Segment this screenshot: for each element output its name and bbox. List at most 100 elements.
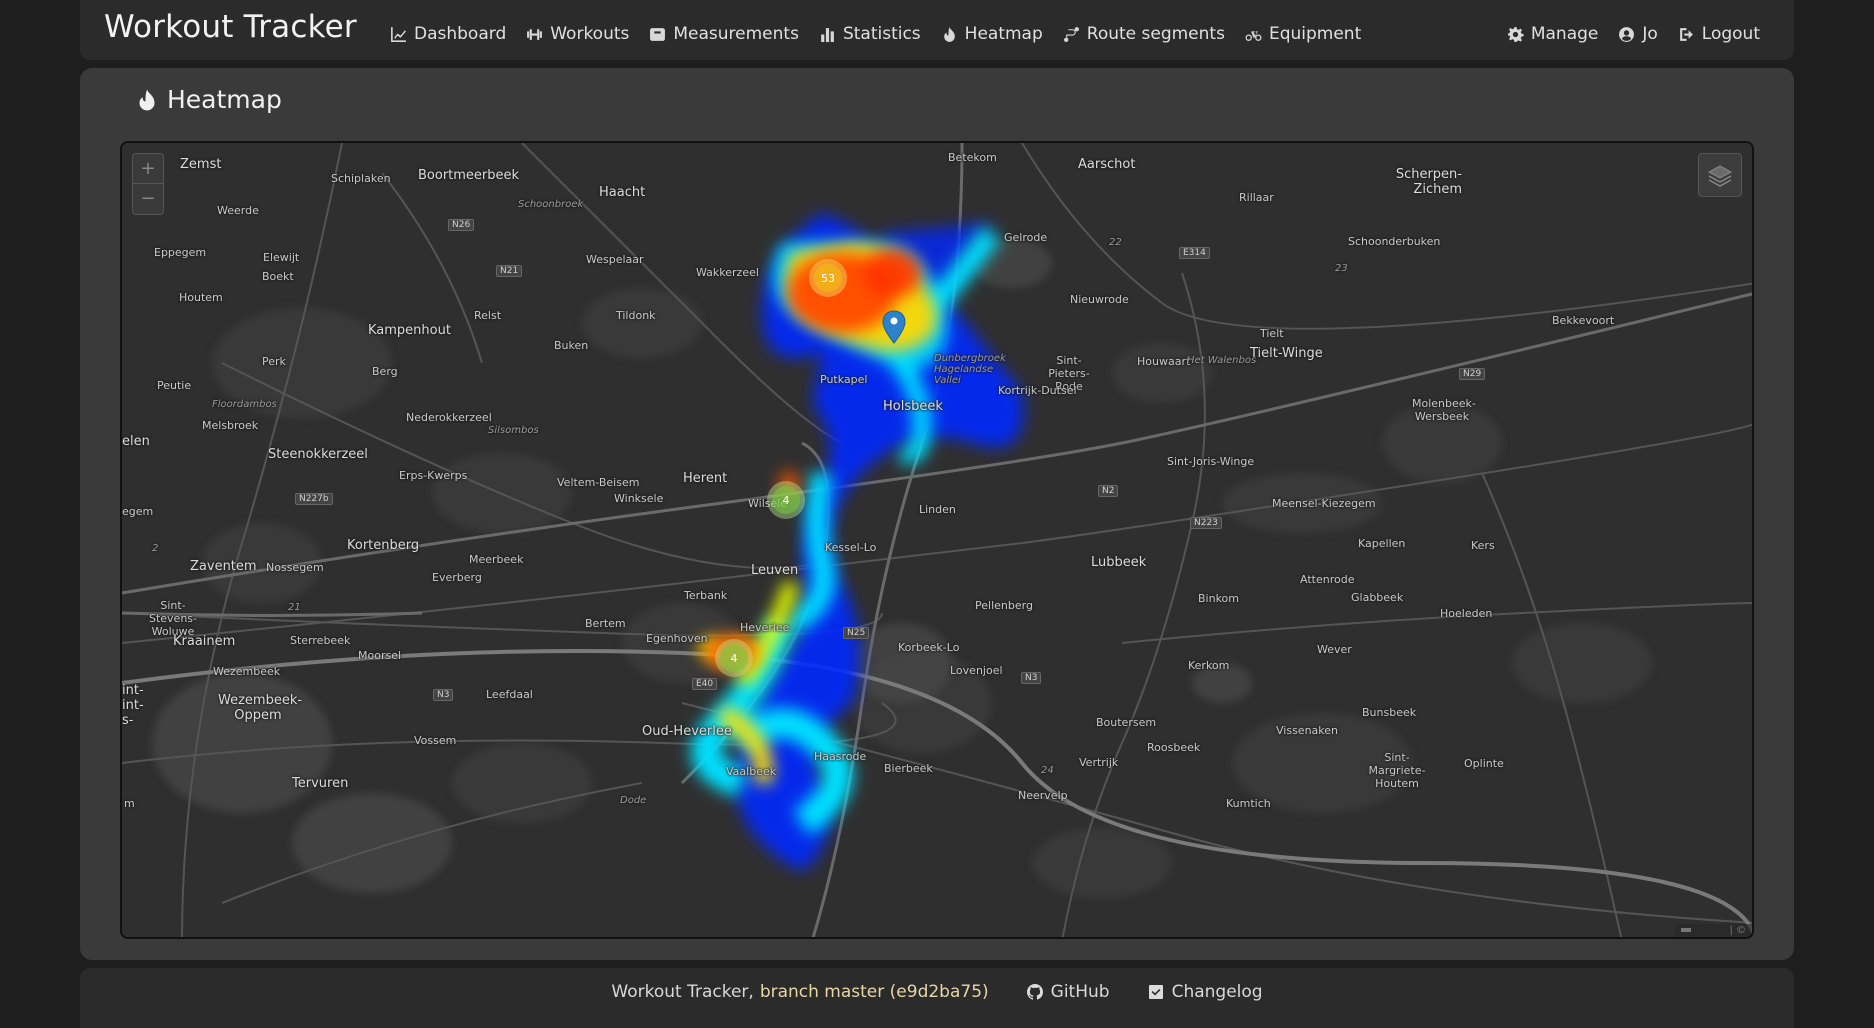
scale-bar	[1681, 928, 1692, 932]
road-number: 21	[288, 602, 301, 613]
cluster-count: 4	[772, 486, 800, 514]
nav-logout[interactable]: Logout	[1668, 0, 1770, 60]
nav-equipment-label: Equipment	[1268, 24, 1362, 44]
place-label: Bertem	[585, 617, 626, 630]
footer: Workout Tracker, branch master (e9d2ba75…	[80, 968, 1794, 1028]
place-label: Winksele	[614, 492, 664, 505]
place-label: Tildonk	[616, 309, 656, 322]
place-label: Meerbeek	[469, 553, 524, 566]
road-shield: N223	[1190, 517, 1222, 529]
nav-statistics-label: Statistics	[842, 24, 921, 44]
place-label: Perk	[262, 355, 286, 368]
place-label: Nieuwrode	[1070, 293, 1129, 306]
location-pin-icon[interactable]	[882, 310, 906, 344]
place-label: Gelrode	[1004, 231, 1048, 244]
place-label: Boutersem	[1096, 716, 1157, 729]
place-label: Erps-Kwerps	[399, 469, 468, 482]
place-label: Elewijt	[263, 251, 300, 264]
chart-line-icon	[391, 26, 406, 42]
road-number: 24	[1041, 765, 1054, 776]
layers-button[interactable]	[1698, 153, 1742, 197]
cluster-marker[interactable]: 4	[767, 481, 805, 519]
place-label: m	[124, 797, 135, 810]
place-label: Melsbroek	[202, 419, 259, 432]
cluster-count: 4	[720, 644, 748, 672]
place-label: Steenokkerzeel	[268, 447, 368, 462]
road-shield: N2	[1098, 485, 1119, 497]
place-label: Schoonbroek	[518, 199, 584, 210]
road-shield: N26	[448, 219, 475, 231]
place-label: Haacht	[599, 185, 646, 200]
place-label: Lovenjoel	[950, 664, 1003, 677]
place-label: Leuven	[751, 563, 799, 578]
footer-changelog-link[interactable]: Changelog	[1148, 982, 1263, 1002]
place-label: Kortenberg	[347, 538, 420, 553]
fire-icon	[139, 89, 155, 110]
place-label: Haasrode	[814, 750, 867, 763]
nav-dashboard[interactable]: Dashboard	[380, 0, 516, 60]
cluster-marker[interactable]: 53	[809, 259, 847, 297]
nav-logout-label: Logout	[1701, 24, 1760, 44]
zoom-out-button[interactable]: −	[133, 184, 163, 214]
nav-workouts[interactable]: Workouts	[516, 0, 639, 60]
page-title-text: Heatmap	[167, 85, 282, 114]
place-label: Bunsbeek	[1362, 706, 1417, 719]
footer-github-link[interactable]: GitHub	[1026, 982, 1110, 1002]
place-label: Weerde	[217, 204, 259, 217]
user-circle-icon	[1619, 26, 1635, 42]
place-label: Molenbeek- Wersbeek	[1412, 397, 1476, 423]
place-label: Wever	[1317, 643, 1352, 656]
place-label: Vissenaken	[1276, 724, 1338, 737]
place-label: Moorsel	[358, 649, 402, 662]
nav-equipment[interactable]: Equipment	[1235, 0, 1371, 60]
place-label: Leefdaal	[486, 688, 533, 701]
place-label: Kapellen	[1358, 537, 1406, 550]
github-icon	[1026, 984, 1043, 1000]
heatmap-map[interactable]: Zemst Boortmeerbeek Haacht Betekom Aarsc…	[120, 141, 1754, 939]
footer-app-name: Workout Tracker,	[611, 982, 754, 1002]
place-label: Oplinte	[1464, 757, 1504, 770]
place-label: Floordambos	[212, 399, 277, 410]
place-label: Vaalbeek	[726, 765, 777, 778]
footer-branch-link[interactable]: branch master (e9d2ba75)	[760, 982, 989, 1002]
place-label: Roosbeek	[1147, 741, 1201, 754]
cluster-marker[interactable]: 4	[715, 639, 753, 677]
app-title[interactable]: Workout Tracker	[104, 9, 357, 45]
place-label: Tielt	[1260, 327, 1284, 340]
footer-github-label: GitHub	[1050, 982, 1110, 1002]
place-label: Vertrijk	[1079, 756, 1119, 769]
nav-measurements-label: Measurements	[673, 24, 799, 44]
fire-icon	[943, 26, 955, 42]
zoom-in-button[interactable]: +	[133, 154, 163, 184]
place-label: Houtem	[179, 291, 223, 304]
nav-user-profile[interactable]: Jo	[1608, 0, 1667, 60]
place-label: Egenhoven	[646, 632, 708, 645]
place-label: Eppegem	[154, 246, 207, 259]
nav-manage[interactable]: Manage	[1497, 0, 1609, 60]
nav-measurements[interactable]: Measurements	[639, 0, 809, 60]
place-label: Attenrode	[1300, 573, 1355, 586]
nav-main: Dashboard Workouts Measurements Statisti…	[380, 0, 1371, 60]
nav-route-segments[interactable]: Route segments	[1053, 0, 1235, 60]
place-label: Rillaar	[1239, 191, 1274, 204]
place-label: Tielt-Winge	[1250, 346, 1323, 361]
place-label: Schoonderbuken	[1348, 235, 1441, 248]
road-shield: N29	[1459, 368, 1486, 380]
place-label: Houwaart	[1137, 355, 1191, 368]
place-label: Pellenberg	[975, 599, 1033, 612]
nav-manage-label: Manage	[1530, 24, 1599, 44]
attribution-text: | ©	[1729, 925, 1746, 936]
place-label: Nederokkerzeel	[406, 411, 492, 424]
nav-heatmap[interactable]: Heatmap	[931, 0, 1053, 60]
place-label: Boortmeerbeek	[418, 168, 520, 183]
place-label: Linden	[919, 503, 956, 516]
road-shield: E314	[1179, 247, 1210, 259]
top-navbar: Workout Tracker Dashboard Workouts Measu…	[80, 0, 1794, 60]
nav-statistics[interactable]: Statistics	[809, 0, 931, 60]
place-label: Dunbergbroek Hagelandse Vallei	[934, 353, 1006, 386]
place-label: Kortrijk-Dutsel	[998, 384, 1077, 397]
place-label: Het Walenbos	[1187, 355, 1257, 366]
check-square-icon	[1148, 985, 1163, 999]
road-number: 2	[152, 543, 159, 554]
place-label: Zemst	[180, 157, 222, 172]
